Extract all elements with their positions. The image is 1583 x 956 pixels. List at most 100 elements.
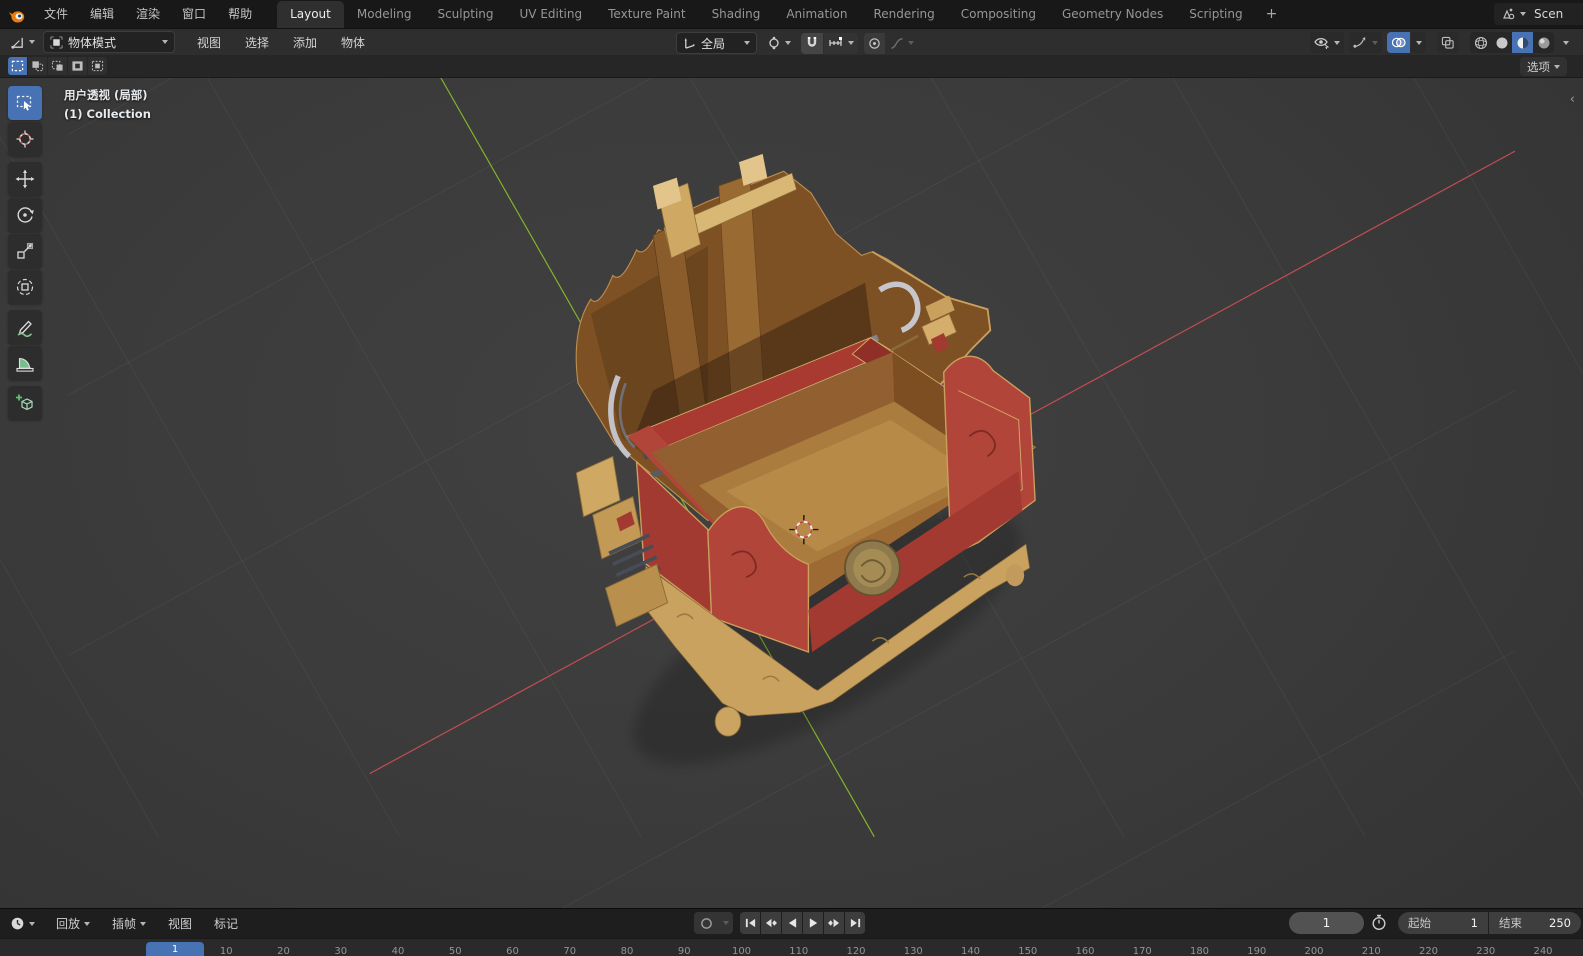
viewport-menu-1[interactable]: 选择 (233, 29, 281, 55)
grid-line (1172, 78, 1583, 797)
frame-start-field[interactable]: 起始 1 (1398, 912, 1488, 934)
transport-controls (694, 912, 866, 934)
tool-annotate[interactable] (8, 310, 42, 344)
select-mode-invert[interactable] (68, 57, 87, 75)
topbar-menu-1[interactable]: 编辑 (79, 0, 125, 28)
timeline-editor-type-button[interactable] (6, 913, 39, 934)
ruler-label-140: 140 (960, 946, 981, 956)
tab-sculpting[interactable]: Sculpting (424, 1, 506, 28)
chevron-down-icon (1554, 64, 1560, 69)
viewport-menu-0[interactable]: 视图 (185, 29, 233, 55)
next-keyframe-button[interactable] (824, 912, 844, 934)
tab-rendering[interactable]: Rendering (861, 1, 948, 28)
mode-select[interactable]: 物体模式 (43, 31, 175, 53)
pivot-point-icon (769, 36, 779, 50)
auto-key-dropdown[interactable] (718, 912, 733, 934)
tool-move[interactable] (8, 162, 42, 196)
ruler-label-240: 240 (1533, 946, 1553, 956)
frame-end-label: 结束 (1499, 916, 1522, 930)
tab-texture-paint[interactable]: Texture Paint (595, 1, 698, 28)
timeline-menu-0[interactable]: 回放 (45, 915, 101, 932)
select-subtract-icon (51, 60, 63, 71)
use-preview-range-button[interactable] (1371, 914, 1387, 931)
tool-add-cube[interactable] (8, 386, 42, 420)
frame-end-field[interactable]: 结束 250 (1489, 912, 1581, 934)
jump-to-start-button[interactable] (740, 912, 760, 934)
tool-cursor[interactable] (8, 122, 42, 156)
overlays-toggle[interactable] (1387, 32, 1410, 53)
blender-logo-icon[interactable] (0, 9, 33, 28)
shading-rendered-button[interactable] (1533, 32, 1554, 53)
ruler-label-130: 130 (903, 946, 923, 956)
topbar-menu-2[interactable]: 渲染 (125, 0, 171, 28)
tab-modeling[interactable]: Modeling (344, 1, 425, 28)
jump-to-end-button[interactable] (845, 912, 865, 934)
prev-keyframe-button[interactable] (761, 912, 781, 934)
select-mode-extend[interactable] (28, 57, 47, 75)
timeline-menus: 回放 插帧 视图 标记 (45, 915, 249, 932)
snap-toggle[interactable] (801, 32, 824, 54)
tab-animation[interactable]: Animation (773, 1, 860, 28)
tool-transform[interactable] (8, 270, 42, 304)
shading-solid-button[interactable] (1491, 32, 1512, 53)
gizmos-button[interactable] (1349, 32, 1382, 53)
play-button[interactable] (803, 912, 823, 934)
timeline-menu-2[interactable]: 视图 (157, 915, 203, 932)
viewport-menu-2[interactable]: 添加 (281, 29, 329, 55)
viewport-menu-3[interactable]: 物体 (329, 29, 377, 55)
show-object-types-button[interactable] (1310, 32, 1344, 53)
cursor-3d-icon (16, 130, 34, 148)
overlays-dropdown[interactable] (1411, 32, 1426, 53)
tool-scale[interactable] (8, 234, 42, 268)
select-set-icon (11, 60, 24, 72)
timeline-ruler[interactable]: 1 10 20 30 40 50 60 70 80 90 100 110 120 130 140 150 16… (0, 938, 1583, 956)
chevron-down-icon (848, 41, 855, 45)
clock-icon (11, 917, 24, 930)
tab-geometry-nodes[interactable]: Geometry Nodes (1049, 1, 1176, 28)
editor-type-button[interactable] (6, 32, 39, 53)
tab-uv-editing[interactable]: UV Editing (507, 1, 596, 28)
snap-target-button[interactable] (824, 32, 859, 54)
select-mode-set[interactable] (8, 57, 27, 75)
tool-rotate[interactable] (8, 198, 42, 232)
editor-3d-viewport-icon (11, 37, 23, 49)
proportional-editing-toggle[interactable] (864, 32, 886, 54)
viewport-display-group (1310, 32, 1569, 53)
select-mode-subtract[interactable] (48, 57, 67, 75)
xray-toggle[interactable] (1437, 32, 1459, 53)
ruler-label-230: 230 (1476, 946, 1496, 956)
topbar-menu-0[interactable]: 文件 (33, 0, 79, 28)
add-workspace-button[interactable]: + (1256, 2, 1288, 28)
model-ornate-chest[interactable] (575, 153, 1036, 737)
options-button[interactable]: 选项 (1520, 57, 1567, 76)
chevron-down-icon[interactable] (1563, 40, 1569, 45)
scene-selector[interactable]: Scen (1494, 3, 1583, 25)
shading-material-button[interactable] (1512, 32, 1533, 53)
play-reverse-button[interactable] (782, 912, 802, 934)
ruler-label-180: 180 (1189, 946, 1210, 956)
topbar-menu-3[interactable]: 窗口 (171, 0, 217, 28)
pivot-point-button[interactable] (763, 33, 795, 54)
proportional-falloff-button[interactable] (886, 33, 918, 54)
viewport-3d[interactable]: 用户透视 (局部) (1) Collection ‹ (0, 78, 1583, 908)
topbar-menu-4[interactable]: 帮助 (217, 0, 263, 28)
measure-icon (16, 357, 34, 372)
tool-box-select[interactable] (8, 86, 42, 120)
sidebar-collapse-arrow[interactable]: ‹ (1570, 92, 1575, 107)
timeline-menu-1[interactable]: 插帧 (101, 915, 157, 932)
tab-layout[interactable]: Layout (277, 1, 344, 28)
shading-wireframe-button[interactable] (1470, 32, 1491, 53)
ruler-label-80: 80 (620, 946, 634, 956)
tab-shading[interactable]: Shading (699, 1, 774, 28)
tab-scripting[interactable]: Scripting (1176, 1, 1255, 28)
auto-key-toggle[interactable] (694, 912, 718, 934)
timeline-header: 回放 插帧 视图 标记 1 起始 1 结束 250 (0, 909, 1583, 938)
transform-orientation-select[interactable]: 全局 (676, 32, 758, 54)
select-mode-intersect[interactable] (88, 57, 107, 75)
options-label: 选项 (1527, 59, 1550, 74)
tool-measure[interactable] (8, 346, 42, 380)
viewport-header: 物体模式 视图 选择 添加 物体 全局 (0, 28, 1583, 55)
tab-compositing[interactable]: Compositing (948, 1, 1049, 28)
timeline-menu-3[interactable]: 标记 (203, 915, 249, 932)
current-frame-field[interactable]: 1 (1289, 912, 1364, 934)
